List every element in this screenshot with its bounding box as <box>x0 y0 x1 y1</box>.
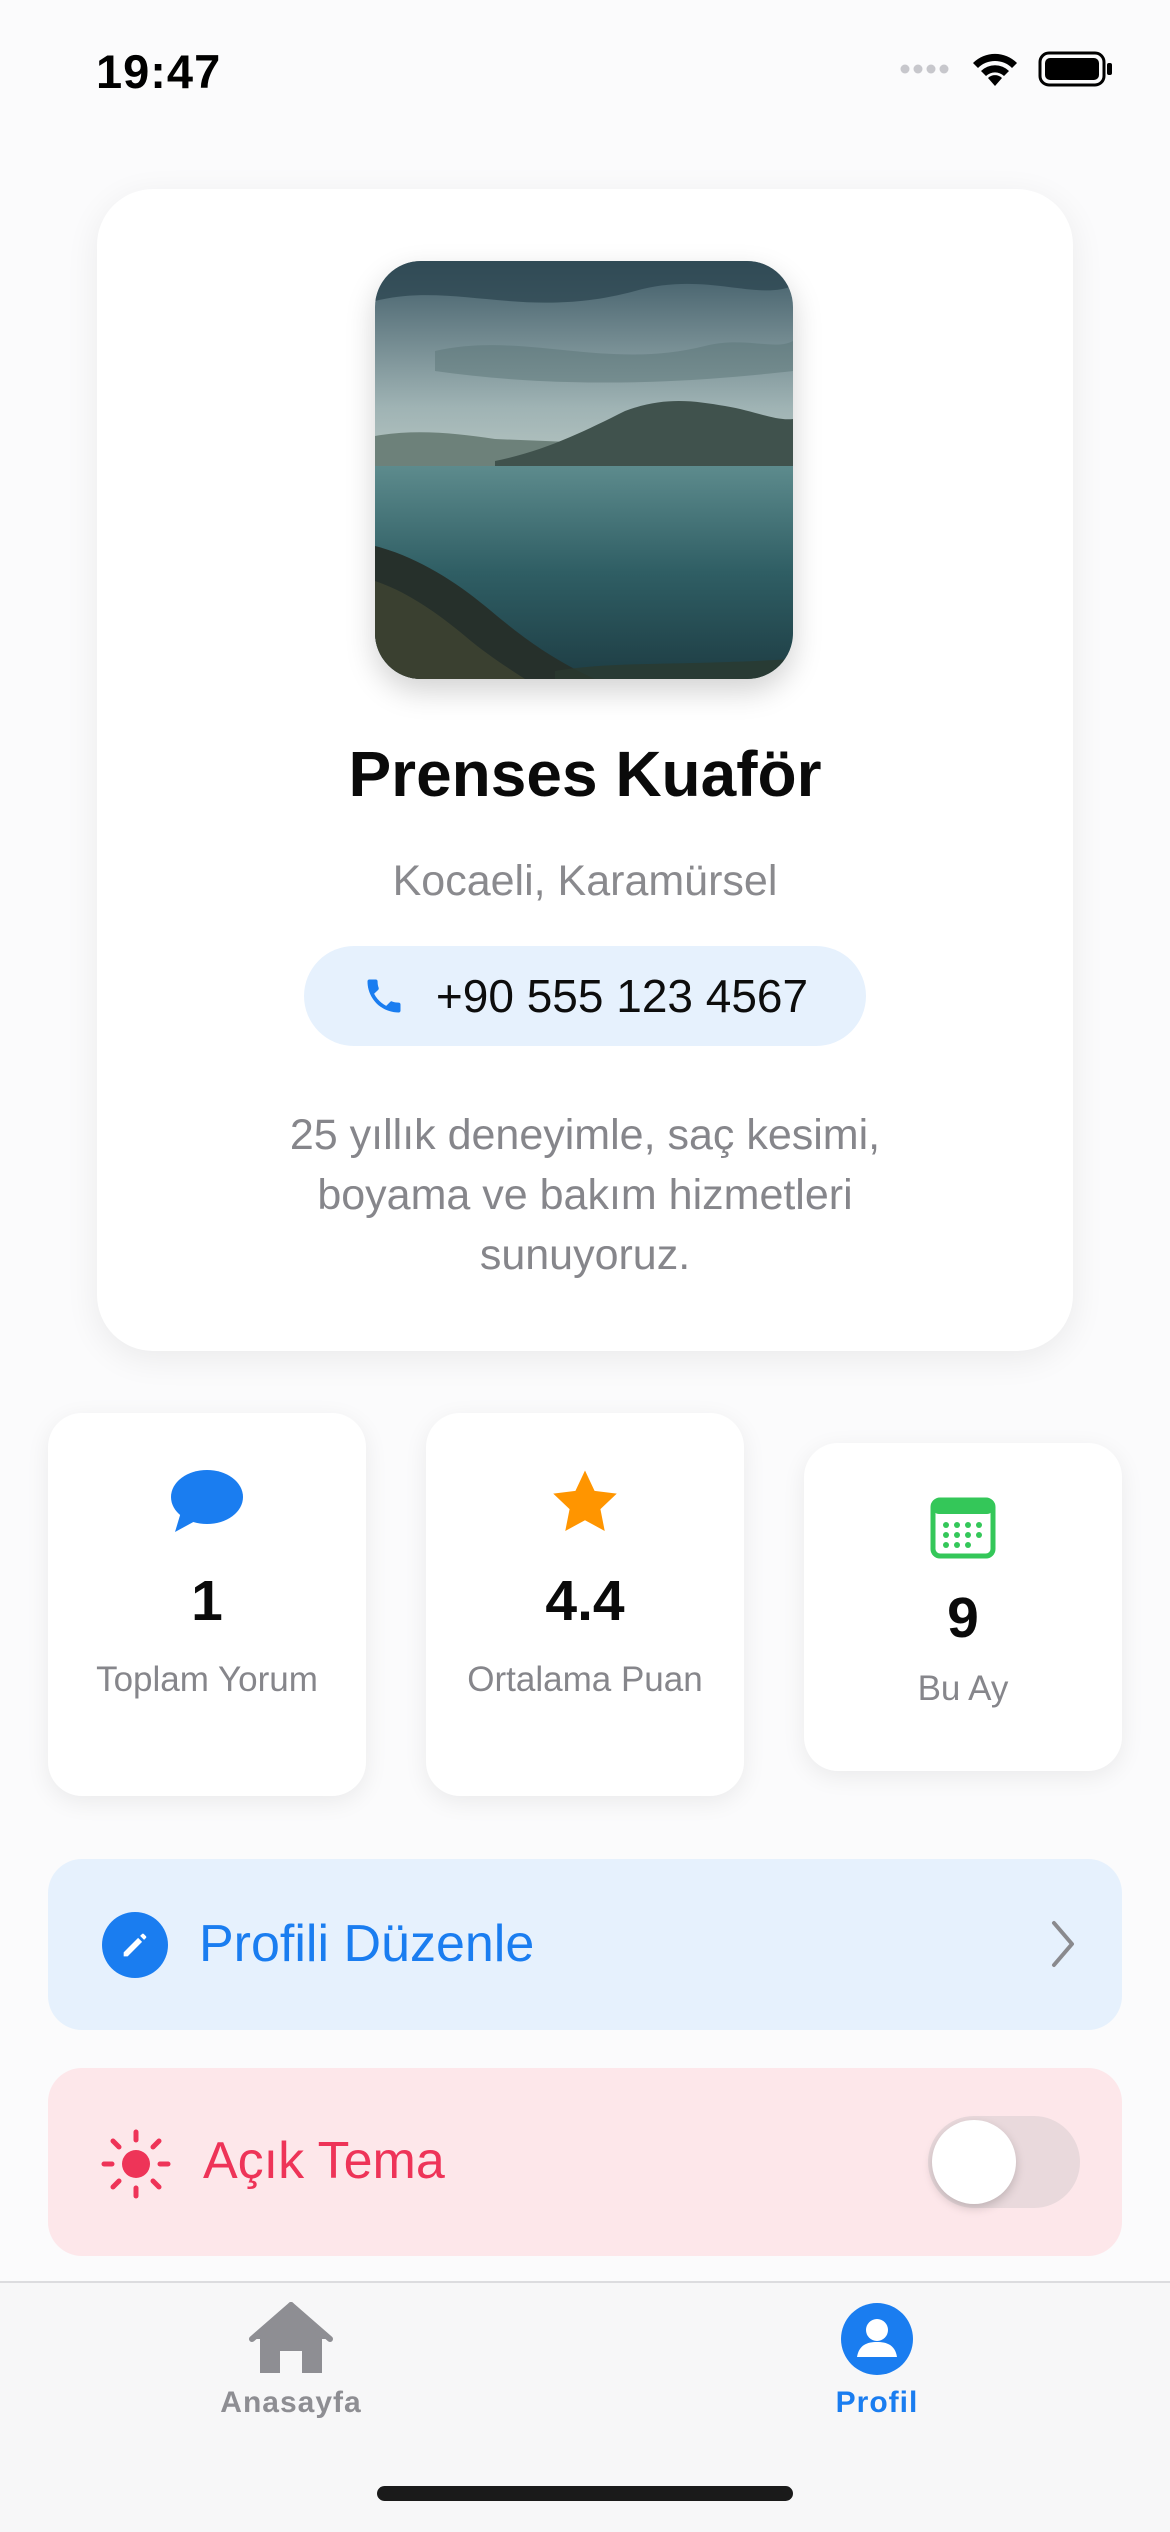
theme-label: Açık Tema <box>203 2132 445 2190</box>
cellular-signal-icon <box>900 64 949 74</box>
edit-profile-label: Profili Düzenle <box>199 1915 535 1973</box>
tab-home[interactable]: Anasayfa <box>141 2301 441 2420</box>
business-name: Prenses Kuaför <box>348 738 822 810</box>
tab-profile-label: Profil <box>835 2386 919 2419</box>
stat-card-average-rating: 4.4 Ortalama Puan <box>426 1413 744 1796</box>
stat-card-this-month: 9 Bu Ay <box>804 1443 1122 1771</box>
profile-screen: 19:47 Prenses Kuaför Kocaeli, Karamürsel… <box>0 0 1170 2532</box>
tab-profile[interactable]: Profil <box>727 2301 1027 2420</box>
stat-card-total-reviews: 1 Toplam Yorum <box>48 1413 366 1796</box>
stat-label: Toplam Yorum <box>96 1660 318 1699</box>
theme-row: Açık Tema <box>48 2068 1122 2256</box>
toggle-knob <box>932 2120 1016 2204</box>
profile-card: Prenses Kuaför Kocaeli, Karamürsel +90 5… <box>97 189 1073 1351</box>
stat-value: 4.4 <box>545 1569 625 1633</box>
profile-photo[interactable] <box>375 261 793 679</box>
speech-bubble-icon <box>171 1470 243 1532</box>
status-bar: 19:47 <box>0 0 1170 140</box>
pencil-icon <box>102 1912 168 1978</box>
tab-home-label: Anasayfa <box>220 2386 362 2419</box>
star-icon <box>553 1470 617 1531</box>
business-description: 25 yıllık deneyimle, saç kesimi, boyama … <box>289 1111 881 1279</box>
landscape-lake-photo <box>375 261 793 679</box>
edit-profile-button[interactable]: Profili Düzenle <box>48 1859 1122 2030</box>
home-indicator <box>377 2486 793 2501</box>
phone-number: +90 555 123 4567 <box>435 970 809 1022</box>
stat-label: Bu Ay <box>917 1669 1009 1708</box>
stat-label: Ortalama Puan <box>467 1660 703 1699</box>
status-time: 19:47 <box>96 45 222 98</box>
battery-icon <box>1038 51 1112 87</box>
theme-toggle[interactable] <box>928 2116 1080 2208</box>
chevron-right-icon <box>1052 1921 1074 1967</box>
sun-icon <box>101 2129 171 2199</box>
stat-value: 9 <box>947 1586 979 1650</box>
business-location: Kocaeli, Karamürsel <box>392 857 778 905</box>
stat-value: 1 <box>191 1569 223 1633</box>
phone-icon <box>367 979 401 1013</box>
phone-button[interactable]: +90 555 123 4567 <box>304 946 866 1046</box>
wifi-icon <box>973 53 1017 86</box>
status-icons <box>900 50 1114 88</box>
house-icon <box>249 2302 333 2373</box>
calendar-icon <box>930 1497 996 1559</box>
person-circle-icon <box>841 2303 913 2375</box>
